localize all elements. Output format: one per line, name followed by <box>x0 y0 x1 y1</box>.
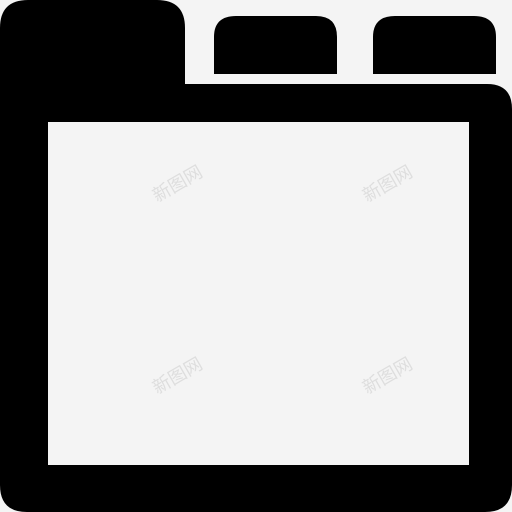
inactive-tab-1 <box>214 16 337 74</box>
icon-canvas: 新图网 新图网 新图网 新图网 <box>0 0 512 512</box>
browser-tabs-window-icon <box>0 0 512 512</box>
window-content-area <box>48 122 469 465</box>
inactive-tab-2 <box>373 16 496 74</box>
